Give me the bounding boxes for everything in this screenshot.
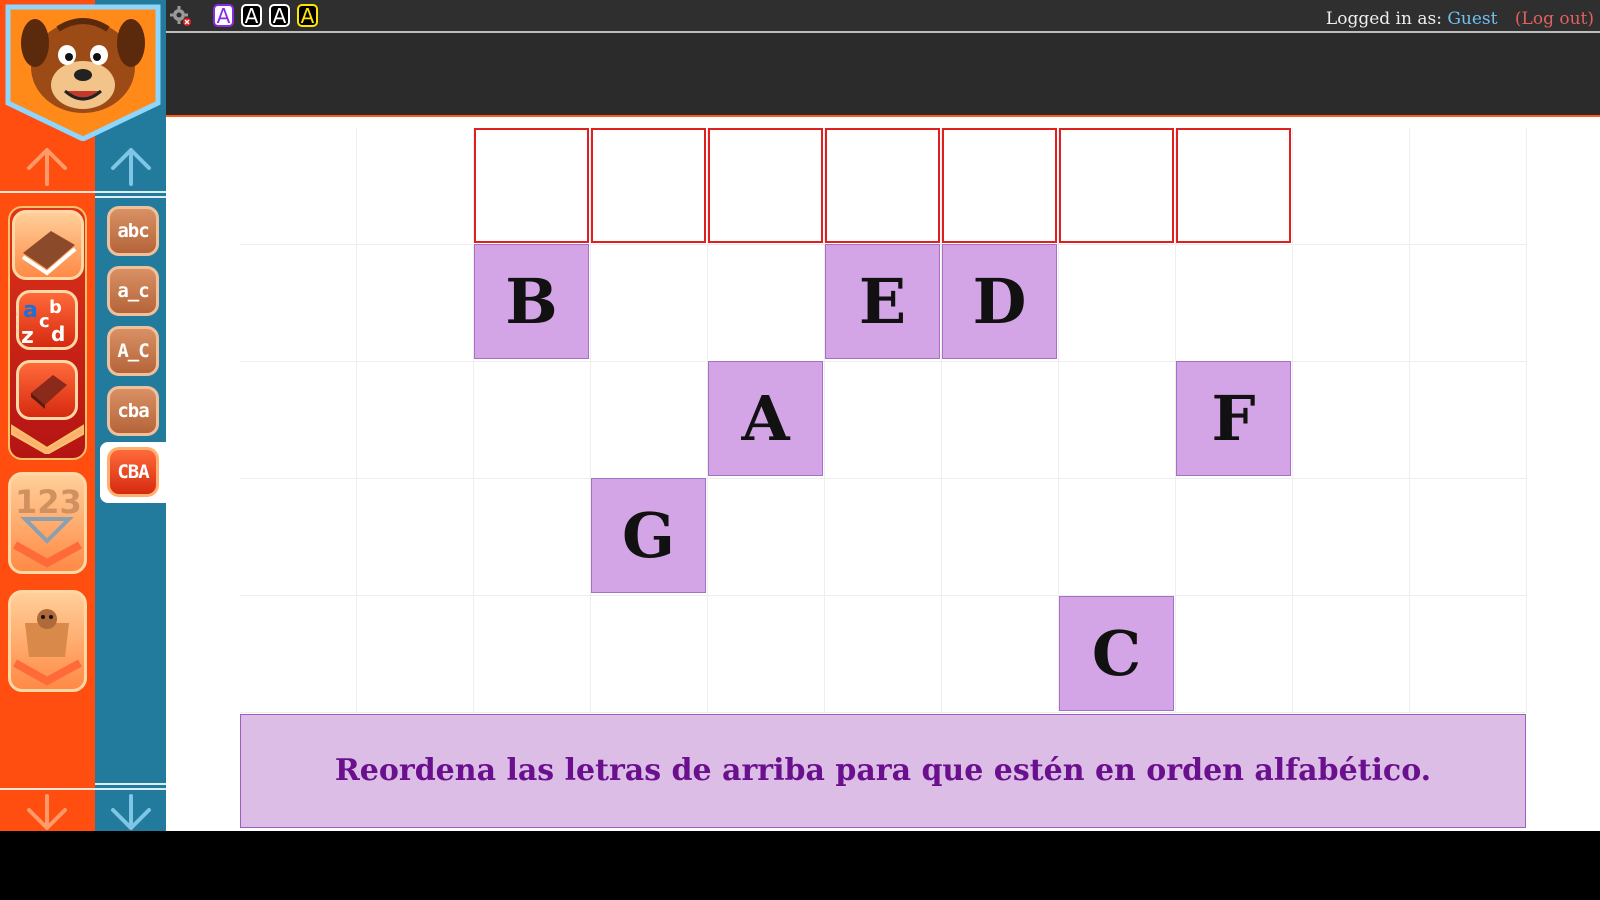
grid-cell (591, 362, 708, 479)
grid-cell (1059, 479, 1176, 596)
grid-cell (474, 479, 591, 596)
settings-gear-icon[interactable] (170, 5, 192, 27)
answer-slot[interactable] (942, 128, 1057, 243)
letter-tile-b[interactable]: B (474, 244, 589, 359)
grid-cell (1410, 596, 1527, 713)
numbers-icon-text: 123 (15, 483, 82, 521)
activity-abc-button[interactable]: abc (107, 206, 159, 256)
activity-scroll-down-icon[interactable] (109, 794, 153, 832)
grid-cell (357, 362, 474, 479)
category-scroll-up-icon[interactable] (25, 146, 69, 186)
svg-text:d: d (51, 322, 65, 346)
activity-upper-a-blank-c-button[interactable]: A_C (107, 326, 159, 376)
category-reading-button[interactable] (12, 210, 84, 280)
answer-slot[interactable] (1176, 128, 1291, 243)
book-icon (21, 231, 77, 276)
login-status: Logged in as: Guest (Log out) (1326, 9, 1594, 29)
grid-cell (240, 245, 357, 362)
svg-text:a: a (23, 298, 38, 323)
grid-cell (1293, 479, 1410, 596)
box-character-icon (13, 609, 82, 686)
header-band (166, 33, 1600, 115)
font-style-purple-button[interactable]: A (213, 4, 234, 27)
letter-tile-g[interactable]: G (591, 478, 706, 593)
grid-cell (1293, 128, 1410, 245)
grid-cell (240, 596, 357, 713)
grid-cell (357, 479, 474, 596)
letter-tile-c[interactable]: C (1059, 596, 1174, 711)
grid-cell (474, 362, 591, 479)
grid-cell (1293, 245, 1410, 362)
logout-link[interactable]: (Log out) (1515, 9, 1594, 29)
answer-slot[interactable] (708, 128, 823, 243)
sidebar-divider-bottom-2 (95, 783, 166, 785)
closed-book-icon (31, 375, 67, 409)
grid-cell (357, 128, 474, 245)
grid-cell (942, 362, 1059, 479)
numbers-icon: 123 (13, 483, 82, 568)
grid-cell (708, 245, 825, 362)
guest-user-link[interactable]: Guest (1447, 9, 1497, 29)
grid-cell (1293, 596, 1410, 713)
grid-cell (240, 128, 357, 245)
activity-upper-cba-reorder-button[interactable]: CBA (107, 447, 159, 497)
svg-text:c: c (39, 311, 50, 332)
sidebar-divider-top-2 (95, 196, 166, 198)
sidebar-divider-top (0, 191, 166, 193)
activity-a-blank-c-button[interactable]: a_c (107, 266, 159, 316)
grid-cell (591, 245, 708, 362)
svg-text:z: z (21, 324, 34, 347)
letter-tile-f[interactable]: F (1176, 361, 1291, 476)
abc-letters-icon: a b c z d (21, 297, 65, 349)
answer-slot[interactable] (474, 128, 589, 243)
grid-cell (1176, 479, 1293, 596)
category-library-button[interactable] (16, 360, 78, 420)
instruction-text: Reordena las letras de arriba para que e… (240, 714, 1526, 828)
letter-tile-d[interactable]: D (942, 244, 1057, 359)
dog-mascot-logo-icon[interactable] (3, 3, 163, 141)
grid-cell (825, 479, 942, 596)
grid-cell (240, 362, 357, 479)
grid-cell (1176, 245, 1293, 362)
font-style-contrast-button[interactable]: A (269, 4, 290, 27)
grid-cell (1410, 128, 1527, 245)
grid-cell (474, 596, 591, 713)
activity-scroll-up-icon[interactable] (109, 146, 153, 186)
category-scroll-down-icon[interactable] (25, 794, 69, 832)
sidebar-divider-bottom (0, 788, 166, 790)
font-style-yellow-button[interactable]: A (297, 4, 318, 27)
grid-cell (1410, 245, 1527, 362)
grid-cell (1410, 362, 1527, 479)
font-style-white-button[interactable]: A (241, 4, 262, 27)
grid-cell (942, 596, 1059, 713)
letter-tile-a[interactable]: A (708, 361, 823, 476)
answer-slot[interactable] (825, 128, 940, 243)
grid-cell (825, 362, 942, 479)
category-collapse-chevron-icon (11, 424, 84, 454)
grid-cell (1410, 479, 1527, 596)
grid-cell (357, 596, 474, 713)
grid-cell (708, 479, 825, 596)
answer-slot[interactable] (591, 128, 706, 243)
letter-tile-e[interactable]: E (825, 244, 940, 359)
grid-cell (1059, 362, 1176, 479)
activity-cba-reorder-button[interactable]: cba (107, 386, 159, 436)
grid-cell (1059, 245, 1176, 362)
grid-cell (708, 596, 825, 713)
grid-cell (825, 596, 942, 713)
grid-cell (1293, 362, 1410, 479)
category-animals-button[interactable] (8, 590, 87, 692)
answer-slot[interactable] (1059, 128, 1174, 243)
grid-cell (591, 596, 708, 713)
grid-cell (357, 245, 474, 362)
grid-cell (1176, 596, 1293, 713)
svg-text:b: b (49, 297, 62, 318)
grid-cell (240, 479, 357, 596)
login-label: Logged in as: (1325, 9, 1442, 29)
category-numbers-button[interactable]: 123 (8, 472, 87, 574)
grid-cell (942, 479, 1059, 596)
category-alphabet-button[interactable]: a b c z d (16, 290, 78, 350)
